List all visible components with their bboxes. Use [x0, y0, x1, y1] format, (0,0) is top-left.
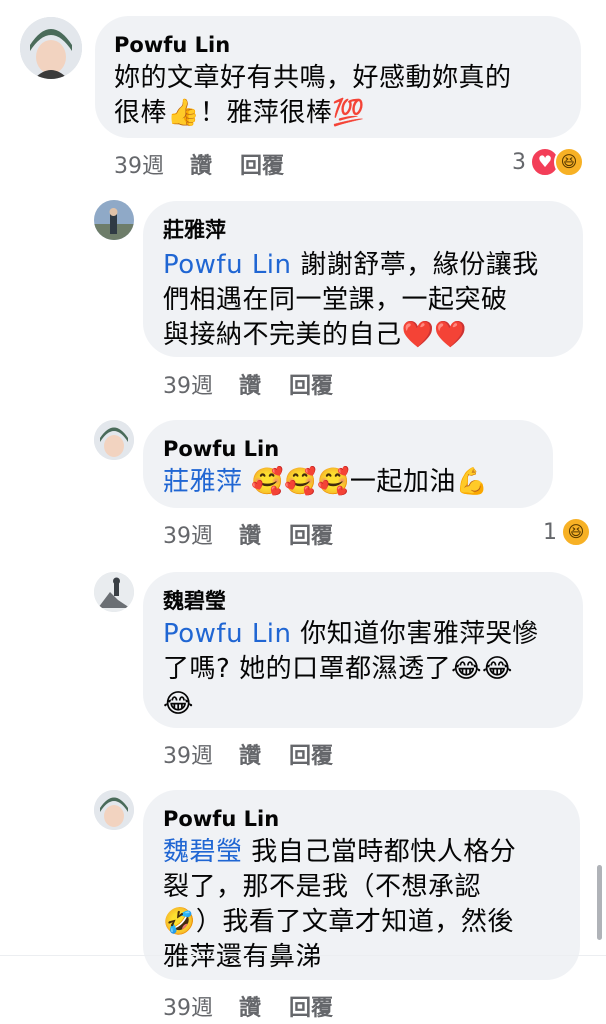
comment-bubble[interactable]: Powfu Lin 莊雅萍 🥰🥰🥰一起加油💪: [143, 420, 553, 508]
comment-actions: 39週讚回覆: [163, 518, 333, 550]
comment-line-text: 們相遇在同一堂課，一起突破: [163, 285, 508, 315]
timestamp[interactable]: 39週: [114, 148, 164, 180]
like-button[interactable]: 讚: [239, 368, 261, 400]
comment-bubble[interactable]: Powfu Lin 魏碧瑩 我自己當時都快人格分 裂了，那不是我（不想承認 🤣）…: [143, 790, 580, 980]
comment-bubble[interactable]: Powfu Lin 妳的文章好有共鳴，好感動妳真的 很棒👍！雅萍很棒💯: [95, 16, 581, 138]
avatar[interactable]: [94, 572, 134, 612]
like-button[interactable]: 讚: [190, 148, 212, 180]
timestamp[interactable]: 39週: [163, 518, 213, 550]
comment-line-text: 裂了，那不是我（不想承認: [163, 872, 482, 902]
reply-comment: Powfu Lin 莊雅萍 🥰🥰🥰一起加油💪 39週讚回覆 1 😆: [0, 418, 606, 558]
comment-actions: 39週讚回覆: [163, 368, 333, 400]
reply-button[interactable]: 回覆: [289, 518, 333, 550]
comment-line-text: 雅萍還有鼻涕: [163, 942, 323, 972]
reaction-count: 3: [512, 149, 526, 175]
reply-comment: Powfu Lin 魏碧瑩 我自己當時都快人格分 裂了，那不是我（不想承認 🤣）…: [0, 788, 606, 1024]
comment-line: 們相遇在同一堂課，一起突破: [163, 283, 539, 318]
comment-actions: 39週讚回覆: [163, 990, 333, 1022]
avatar-photo: [94, 420, 134, 460]
comment-line-text: 很棒👍！雅萍很棒💯: [114, 98, 366, 128]
reply-button[interactable]: 回覆: [289, 990, 333, 1022]
like-button[interactable]: 讚: [239, 518, 261, 550]
comment: Powfu Lin 妳的文章好有共鳴，好感動妳真的 很棒👍！雅萍很棒💯 39週讚…: [0, 0, 606, 190]
haha-icon: 😆: [561, 517, 591, 547]
comment-line: 莊雅萍 🥰🥰🥰一起加油💪: [163, 465, 489, 500]
comment-author[interactable]: Powfu Lin: [163, 806, 279, 832]
comment-line: 😂: [163, 687, 539, 722]
haha-icon: 😆: [554, 147, 584, 177]
avatar[interactable]: [20, 17, 82, 79]
comment-bubble[interactable]: 魏碧瑩 Powfu Lin 你知道你害雅萍哭慘 了嗎? 她的口罩都濕透了😂😂 😂: [143, 572, 583, 728]
comment-line: 很棒👍！雅萍很棒💯: [114, 96, 512, 131]
avatar[interactable]: [94, 200, 134, 240]
comment-author[interactable]: 魏碧瑩: [163, 588, 226, 614]
comment-actions: 39週讚回覆: [163, 738, 333, 770]
mention-tag[interactable]: 莊雅萍: [163, 467, 243, 497]
mention-tag[interactable]: Powfu Lin: [163, 250, 292, 280]
reaction-summary[interactable]: 3 ♥ 😆: [512, 147, 584, 177]
comment-line: Powfu Lin 你知道你害雅萍哭慘: [163, 617, 539, 652]
reaction-summary[interactable]: 1 😆: [543, 517, 591, 547]
comment-line-text: 謝謝舒葶，緣份讓我: [291, 250, 539, 280]
reply-button[interactable]: 回覆: [289, 368, 333, 400]
comment-line-text: 🥰🥰🥰一起加油💪: [242, 467, 489, 497]
reply-comment: 莊雅萍 Powfu Lin 謝謝舒葶，緣份讓我 們相遇在同一堂課，一起突破 與接…: [0, 195, 606, 405]
mention-tag[interactable]: Powfu Lin: [163, 619, 292, 649]
reply-button[interactable]: 回覆: [240, 148, 284, 180]
scrollbar[interactable]: [597, 865, 602, 940]
reply-comment: 魏碧瑩 Powfu Lin 你知道你害雅萍哭慘 了嗎? 她的口罩都濕透了😂😂 😂…: [0, 568, 606, 778]
comment-line-text: 😂: [163, 689, 194, 719]
comment-text: Powfu Lin 謝謝舒葶，緣份讓我 們相遇在同一堂課，一起突破 與接納不完美…: [163, 248, 539, 353]
avatar-photo: [94, 200, 134, 240]
comment-line: 魏碧瑩 我自己當時都快人格分: [163, 835, 516, 870]
comment-line-text: 了嗎? 她的口罩都濕透了😂😂: [163, 654, 513, 684]
timestamp[interactable]: 39週: [163, 738, 213, 770]
like-button[interactable]: 讚: [239, 738, 261, 770]
comment-text: Powfu Lin 你知道你害雅萍哭慘 了嗎? 她的口罩都濕透了😂😂 😂: [163, 617, 539, 722]
comment-actions: 39週讚回覆: [114, 148, 284, 180]
comment-line: 裂了，那不是我（不想承認: [163, 870, 516, 905]
comment-author[interactable]: Powfu Lin: [114, 32, 230, 58]
comment-line-text: 與接納不完美的自己❤️❤️: [163, 320, 468, 350]
avatar[interactable]: [94, 420, 134, 460]
comment-text: 莊雅萍 🥰🥰🥰一起加油💪: [163, 465, 489, 500]
comment-line: 雅萍還有鼻涕: [163, 940, 516, 975]
divider: [0, 955, 606, 956]
comment-text: 妳的文章好有共鳴，好感動妳真的 很棒👍！雅萍很棒💯: [114, 61, 512, 131]
mention-tag[interactable]: 魏碧瑩: [163, 837, 243, 867]
comment-line: 🤣）我看了文章才知道，然後: [163, 905, 516, 940]
comment-line: Powfu Lin 謝謝舒葶，緣份讓我: [163, 248, 539, 283]
comment-line-text: 🤣）我看了文章才知道，然後: [163, 907, 514, 937]
comment-author[interactable]: Powfu Lin: [163, 436, 279, 462]
comment-line-text: 你知道你害雅萍哭慘: [291, 619, 539, 649]
avatar-photo: [94, 572, 134, 612]
comment-line: 了嗎? 她的口罩都濕透了😂😂: [163, 652, 539, 687]
comment-line: 妳的文章好有共鳴，好感動妳真的: [114, 61, 512, 96]
comment-text: 魏碧瑩 我自己當時都快人格分 裂了，那不是我（不想承認 🤣）我看了文章才知道，然…: [163, 835, 516, 975]
avatar[interactable]: [94, 790, 134, 830]
timestamp[interactable]: 39週: [163, 990, 213, 1022]
avatar-photo: [20, 17, 82, 79]
comment-line: 與接納不完美的自己❤️❤️: [163, 318, 539, 353]
avatar-photo: [94, 790, 134, 830]
reply-button[interactable]: 回覆: [289, 738, 333, 770]
comment-line-text: 我自己當時都快人格分: [242, 837, 517, 867]
comment-line-text: 妳的文章好有共鳴，好感動妳真的: [114, 63, 512, 93]
reaction-count: 1: [543, 519, 557, 545]
like-button[interactable]: 讚: [239, 990, 261, 1022]
comment-author[interactable]: 莊雅萍: [163, 217, 226, 243]
timestamp[interactable]: 39週: [163, 368, 213, 400]
comment-bubble[interactable]: 莊雅萍 Powfu Lin 謝謝舒葶，緣份讓我 們相遇在同一堂課，一起突破 與接…: [143, 201, 583, 357]
